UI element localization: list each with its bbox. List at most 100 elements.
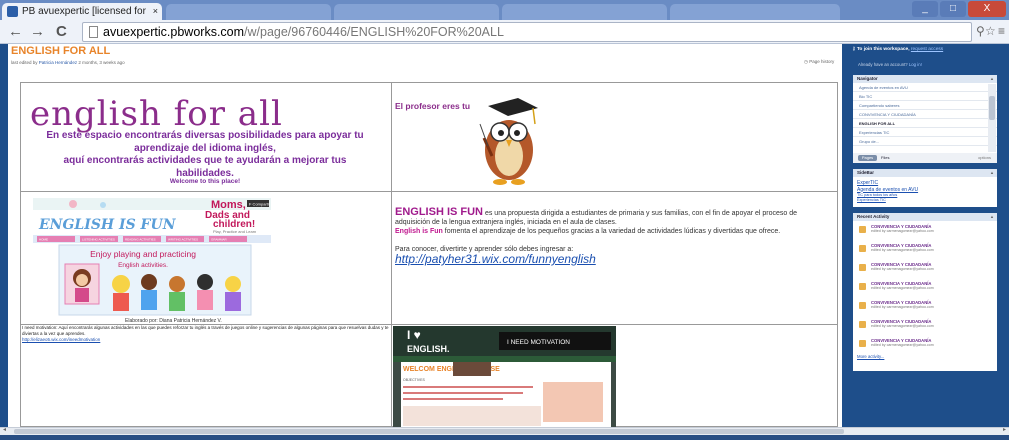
pbworks-favicon-icon [7, 6, 18, 17]
activity-sub: edited by carmenagomezr@yahoo.com [871, 286, 934, 290]
files-button[interactable]: Files [881, 155, 889, 161]
more-activity-link[interactable]: More activity... [853, 354, 997, 359]
tagline-1: Enjoy playing and practicing [90, 249, 196, 259]
navigator-item[interactable]: Grupo de... [853, 137, 997, 146]
recent-activity-header: Recent Activity ▲ [853, 213, 997, 221]
activity-sub: edited by carmenagomezr@yahoo.com [871, 305, 934, 309]
navigator-item[interactable]: Compartiendo saberes [853, 101, 997, 110]
reload-button[interactable]: C [56, 23, 67, 41]
tab-inactive[interactable] [670, 4, 840, 20]
column-divider [391, 82, 392, 427]
navigator-panel: Navigator ▲ Agenda de eventos en AVU Bio … [852, 74, 998, 164]
need-motivation-illustration: I ♥ ENGLISH. I NEED MOTIVATION WELCOM EN… [393, 326, 616, 427]
nav-grammar[interactable]: GRAMMAR [211, 238, 228, 242]
need-motivation-title: I NEED MOTIVATION [507, 339, 570, 346]
activity-title[interactable]: CONVIVENCIA Y CIUDADANÍA [871, 297, 997, 305]
page-edit-icon [859, 283, 866, 290]
activity-sub: edited by carmenagomezr@yahoo.com [871, 324, 934, 328]
collapse-icon[interactable]: ▲ [990, 75, 994, 83]
request-access-link[interactable]: request access [911, 47, 943, 52]
tab-close-icon[interactable]: × [153, 3, 158, 20]
navigator-item[interactable]: Experiencias TIC [853, 128, 997, 137]
nav-writing[interactable]: WRITING ACTIVITIES [168, 238, 198, 242]
editor-link[interactable]: Patricia Hernández [39, 60, 77, 65]
activity-item[interactable]: CONVIVENCIA Y CIUDADANÍA edited by carmen… [853, 221, 997, 240]
activity-item[interactable]: CONVIVENCIA Y CIUDADANÍA edited by carmen… [853, 278, 997, 297]
forward-button[interactable]: → [30, 23, 45, 41]
activity-title[interactable]: CONVIVENCIA Y CIUDADANÍA [871, 259, 997, 267]
star-icon[interactable]: ☆ [985, 24, 996, 38]
activity-item[interactable]: CONVIVENCIA Y CIUDADANÍA edited by carmen… [853, 259, 997, 278]
page-history-link[interactable]: ◷ Page history [804, 59, 834, 65]
page-edit-icon [859, 321, 866, 328]
nav-listening[interactable]: LISTENING ACTIVITIES [82, 238, 115, 242]
activity-item[interactable]: CONVIVENCIA Y CIUDADANÍA edited by carmen… [853, 240, 997, 259]
page-edit-icon [859, 264, 866, 271]
page-edit-icon [859, 340, 866, 347]
nav-reading[interactable]: READING ACTIVITIES [125, 238, 156, 242]
funnyenglish-link[interactable]: http://patyher31.wix.com/funnyenglish [395, 253, 825, 265]
scroll-left-icon[interactable]: ◂ [3, 426, 6, 433]
ineedmotivation-link[interactable]: http://elizaeo5.wix.com/ineedmotivation [22, 337, 100, 342]
clock-icon: ◷ [804, 59, 808, 64]
tab-active[interactable]: PB avuexpertic [licensed for × [2, 3, 162, 20]
tab-inactive[interactable] [334, 4, 499, 20]
description-p2: fomenta el aprendizaje de los pequeños g… [442, 228, 781, 235]
nav-home[interactable]: HOME [39, 238, 48, 242]
english-is-fun-lead-2: English is Fun [395, 228, 443, 235]
recent-activity-panel: Recent Activity ▲ CONVIVENCIA Y CIUDADANÍ… [852, 212, 998, 372]
collapse-icon[interactable]: ▲ [990, 213, 994, 221]
navigator-item[interactable]: CONVIVENCIA Y CIUDADANÍA [853, 110, 997, 119]
browser-window: PB avuexpertic [licensed for × _ □ X ← →… [0, 0, 1009, 440]
activity-item[interactable]: CONVIVENCIA Y CIUDADANÍA edited by carmen… [853, 335, 997, 354]
activity-sub: edited by carmenagomezr@yahoo.com [871, 267, 934, 271]
options-link[interactable]: options [978, 155, 991, 161]
sidebar-link[interactable]: Experiencias TIC [853, 198, 997, 203]
activity-title[interactable]: CONVIVENCIA Y CIUDADANÍA [871, 240, 997, 248]
back-button[interactable]: ← [8, 23, 23, 41]
activity-title[interactable]: CONVIVENCIA Y CIUDADANÍA [871, 316, 997, 324]
minimize-button[interactable]: _ [912, 1, 938, 17]
search-icon[interactable]: ⚲ [976, 24, 985, 38]
horizontal-scrollbar[interactable]: ◂ ▸ [0, 427, 1009, 435]
already-account: Already have an account? Log in! [858, 62, 922, 67]
collapse-icon[interactable]: ▲ [990, 169, 994, 177]
navigator-title: Navigator [857, 76, 878, 81]
maximize-button[interactable]: □ [940, 1, 966, 17]
sidebar-panel-title: SideBar [857, 170, 875, 175]
navigator-scrollbar[interactable] [988, 84, 996, 152]
activity-title[interactable]: CONVIVENCIA Y CIUDADANÍA [871, 335, 997, 343]
address-bar[interactable]: avuexpertic.pbworks.com/w/page/96760446/… [82, 22, 972, 42]
activity-sub: edited by carmenagomezr@yahoo.com [871, 248, 934, 252]
activity-sub: edited by carmenagomezr@yahoo.com [871, 229, 934, 233]
recent-activity-title: Recent Activity [857, 214, 890, 219]
english-is-fun-description: ENGLISH IS FUN es una propuesta dirigida… [395, 207, 825, 266]
tab-title: PB avuexpertic [licensed for [22, 6, 146, 17]
close-window-button[interactable]: X [968, 1, 1006, 17]
tab-inactive[interactable] [502, 4, 667, 20]
scroll-thumb[interactable] [989, 96, 995, 120]
menu-icon[interactable]: ≡ [998, 24, 1005, 38]
os-taskbar [0, 435, 1009, 440]
share-badge[interactable]: F Compartir [249, 202, 271, 207]
need-motivation-site-image[interactable]: I ♥ ENGLISH. I NEED MOTIVATION WELCOM EN… [393, 326, 616, 427]
scroll-thumb[interactable] [14, 429, 844, 434]
activity-item[interactable]: CONVIVENCIA Y CIUDADANÍA edited by carmen… [853, 316, 997, 335]
url-host: avuexpertic.pbworks.com [103, 25, 245, 39]
english-is-fun-site-image[interactable]: Moms, Dads and children! Play, Practice … [33, 198, 271, 318]
tab-bar: PB avuexpertic [licensed for × _ □ X [0, 0, 1009, 20]
need-motivation-description: I need motivation: Aquí encontrarás algu… [22, 325, 389, 336]
scroll-right-icon[interactable]: ▸ [1003, 426, 1006, 433]
navigator-item-selected[interactable]: ENGLISH FOR ALL [853, 119, 997, 128]
sidebar-panel-header: SideBar ▲ [853, 169, 997, 177]
login-link[interactable]: Log in! [909, 62, 922, 67]
tagline-2: English activities. [118, 262, 168, 269]
navigator-item[interactable]: Agenda de eventos en AVU [853, 83, 997, 92]
pages-button[interactable]: Pages [858, 155, 877, 161]
activity-title[interactable]: CONVIVENCIA Y CIUDADANÍA [871, 278, 997, 286]
join-workspace: ⚷ To join this workspace, request access [852, 47, 998, 53]
activity-title[interactable]: CONVIVENCIA Y CIUDADANÍA [871, 221, 997, 229]
activity-item[interactable]: CONVIVENCIA Y CIUDADANÍA edited by carmen… [853, 297, 997, 316]
navigator-item[interactable]: Bio TIC [853, 92, 997, 101]
tab-inactive[interactable] [166, 4, 331, 20]
